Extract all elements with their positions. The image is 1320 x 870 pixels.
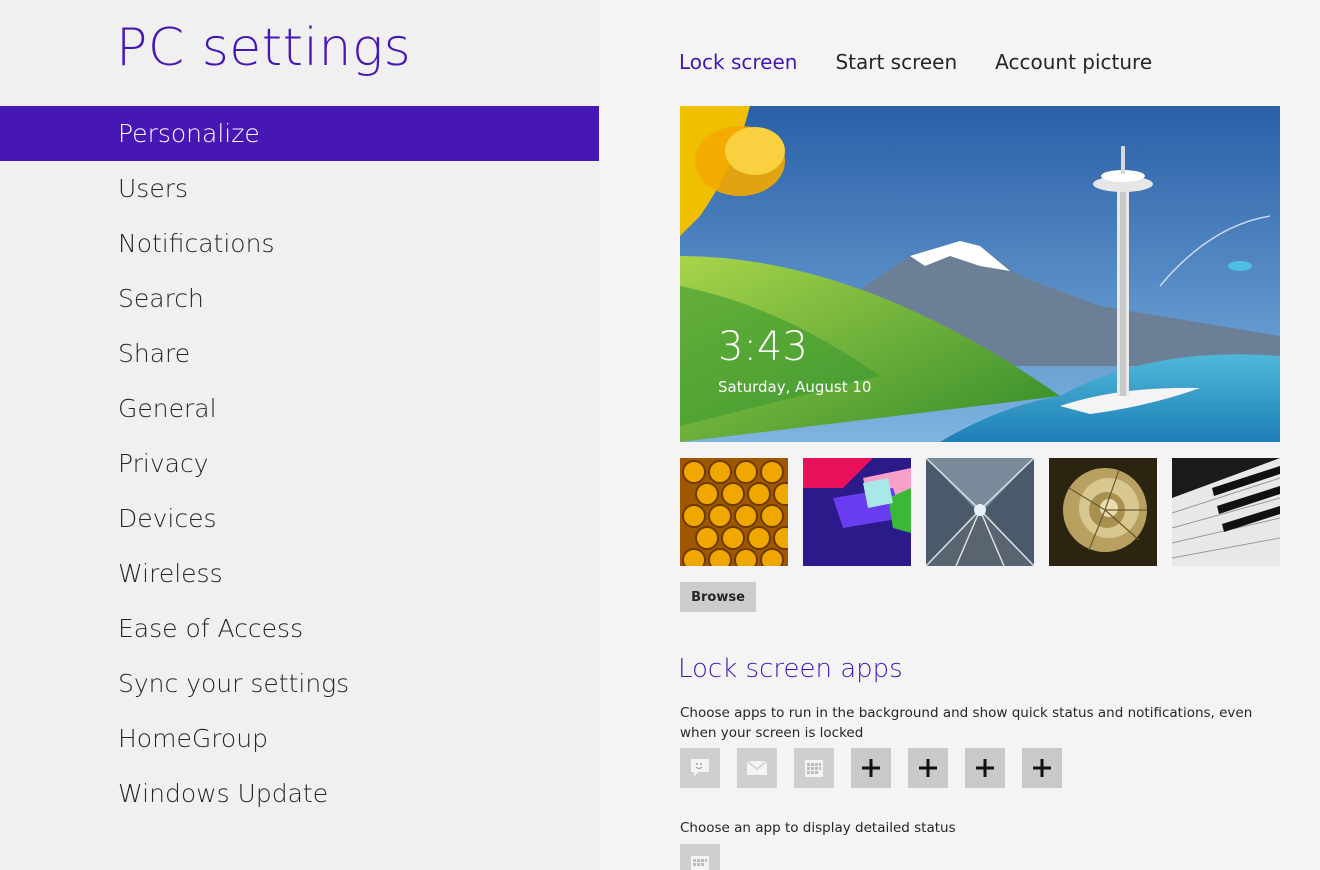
add-app-slot-2[interactable] bbox=[908, 748, 948, 788]
browse-button[interactable]: Browse bbox=[680, 582, 756, 612]
calendar-icon bbox=[805, 760, 823, 777]
nav-item-users[interactable]: Users bbox=[0, 161, 599, 216]
nav-item-wireless[interactable]: Wireless bbox=[0, 546, 599, 601]
nav-item-general[interactable]: General bbox=[0, 381, 599, 436]
add-app-slot-4[interactable] bbox=[1022, 748, 1062, 788]
plus-icon bbox=[976, 759, 994, 777]
tab-bar: Lock screen Start screen Account picture bbox=[679, 50, 1152, 74]
lock-screen-date: Saturday, August 10 bbox=[718, 378, 872, 396]
right-pane: Lock screen Start screen Account picture bbox=[600, 0, 1320, 870]
nav-item-devices[interactable]: Devices bbox=[0, 491, 599, 546]
lock-screen-apps-description: Choose apps to run in the background and… bbox=[680, 705, 1253, 741]
app-slot-mail[interactable] bbox=[737, 748, 777, 788]
add-app-slot-1[interactable] bbox=[851, 748, 891, 788]
nav-item-share[interactable]: Share bbox=[0, 326, 599, 381]
app-slot-calendar[interactable] bbox=[794, 748, 834, 788]
nav-item-homegroup[interactable]: HomeGroup bbox=[0, 711, 599, 766]
nav-item-windows-update[interactable]: Windows Update bbox=[0, 766, 599, 821]
page-title: PC settings bbox=[116, 18, 412, 78]
add-app-slot-3[interactable] bbox=[965, 748, 1005, 788]
lock-screen-apps-heading: Lock screen apps bbox=[678, 654, 903, 684]
background-picker bbox=[680, 458, 1280, 566]
nav-item-ease-of-access[interactable]: Ease of Access bbox=[0, 601, 599, 656]
mail-icon bbox=[746, 760, 768, 775]
plus-icon bbox=[1033, 759, 1051, 777]
background-thumb-nautilus[interactable] bbox=[1049, 458, 1157, 566]
background-thumb-geometric[interactable] bbox=[803, 458, 911, 566]
background-thumb-piano[interactable] bbox=[1172, 458, 1280, 566]
background-thumb-honeycomb[interactable] bbox=[680, 458, 788, 566]
calendar-icon bbox=[691, 856, 709, 870]
left-pane: PC settings Personalize Users Notificati… bbox=[0, 0, 599, 870]
tab-start-screen[interactable]: Start screen bbox=[835, 50, 957, 74]
settings-nav: Personalize Users Notifications Search S… bbox=[0, 106, 599, 821]
background-thumb-tunnel[interactable] bbox=[926, 458, 1034, 566]
tab-lock-screen[interactable]: Lock screen bbox=[679, 50, 797, 74]
nav-item-notifications[interactable]: Notifications bbox=[0, 216, 599, 271]
plus-icon bbox=[919, 759, 937, 777]
app-slot-messaging[interactable] bbox=[680, 748, 720, 788]
detailed-status-description: Choose an app to display detailed status bbox=[680, 820, 956, 836]
nav-item-personalize[interactable]: Personalize bbox=[0, 106, 599, 161]
nav-item-sync-settings[interactable]: Sync your settings bbox=[0, 656, 599, 711]
nav-item-privacy[interactable]: Privacy bbox=[0, 436, 599, 491]
tab-account-picture[interactable]: Account picture bbox=[995, 50, 1152, 74]
lock-screen-preview: 3:43 Saturday, August 10 bbox=[680, 106, 1280, 442]
plus-icon bbox=[862, 759, 880, 777]
lock-screen-app-slots bbox=[680, 748, 1062, 788]
nav-item-search[interactable]: Search bbox=[0, 271, 599, 326]
messaging-icon bbox=[691, 759, 709, 777]
pc-settings-window: PC settings Personalize Users Notificati… bbox=[0, 0, 1320, 870]
detailed-status-app-slot[interactable] bbox=[680, 844, 720, 870]
lock-screen-time: 3:43 bbox=[718, 324, 808, 370]
